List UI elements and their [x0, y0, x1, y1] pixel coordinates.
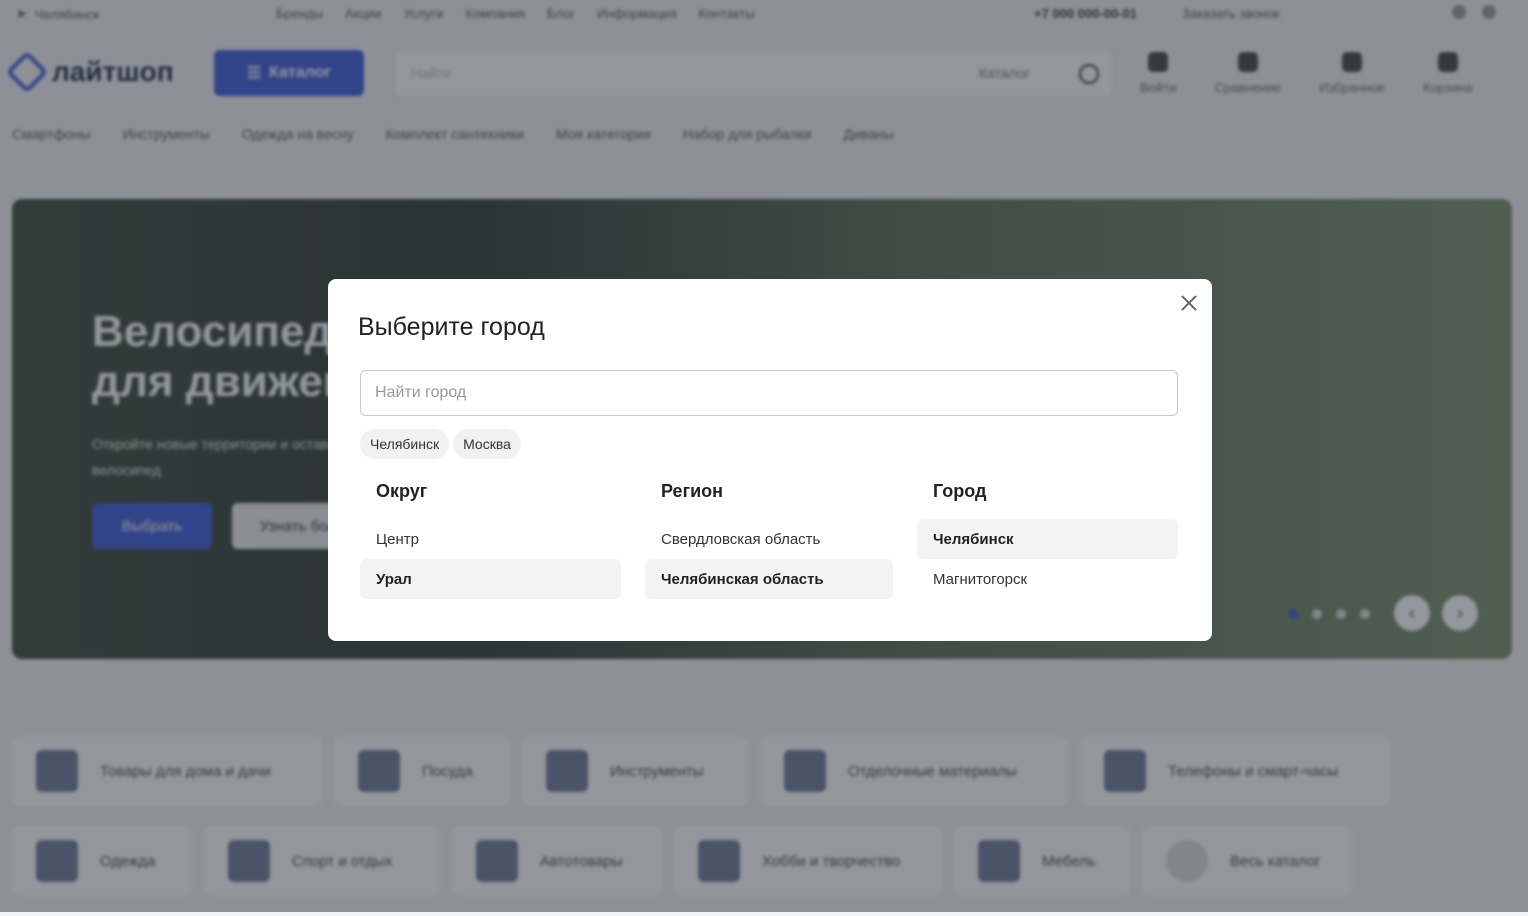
quick-city-chip[interactable]: Москва — [453, 429, 521, 459]
city-search-input[interactable] — [360, 370, 1178, 416]
city-heading: Город — [933, 481, 987, 501]
district-item-selected[interactable]: Урал — [360, 559, 621, 599]
city-column: Город Челябинск Магнитогорск — [917, 481, 1178, 599]
district-item[interactable]: Центр — [360, 519, 621, 559]
modal-title: Выберите город — [358, 313, 545, 341]
region-item-selected[interactable]: Челябинская область — [645, 559, 893, 599]
city-item-selected[interactable]: Челябинск — [917, 519, 1178, 559]
region-heading: Регион — [661, 481, 723, 501]
quick-city-chip[interactable]: Челябинск — [360, 429, 450, 459]
region-column: Регион Свердловская область Челябинская … — [645, 481, 893, 599]
district-heading: Округ — [376, 481, 428, 501]
city-select-modal: Выберите город Челябинск Москва Округ Це… — [328, 279, 1212, 641]
region-item[interactable]: Свердловская область — [645, 519, 893, 559]
city-item[interactable]: Магнитогорск — [917, 559, 1178, 599]
district-column: Округ Центр Урал — [360, 481, 621, 599]
quick-city-list: Челябинск Москва — [360, 429, 521, 459]
close-icon[interactable] — [1177, 291, 1201, 315]
